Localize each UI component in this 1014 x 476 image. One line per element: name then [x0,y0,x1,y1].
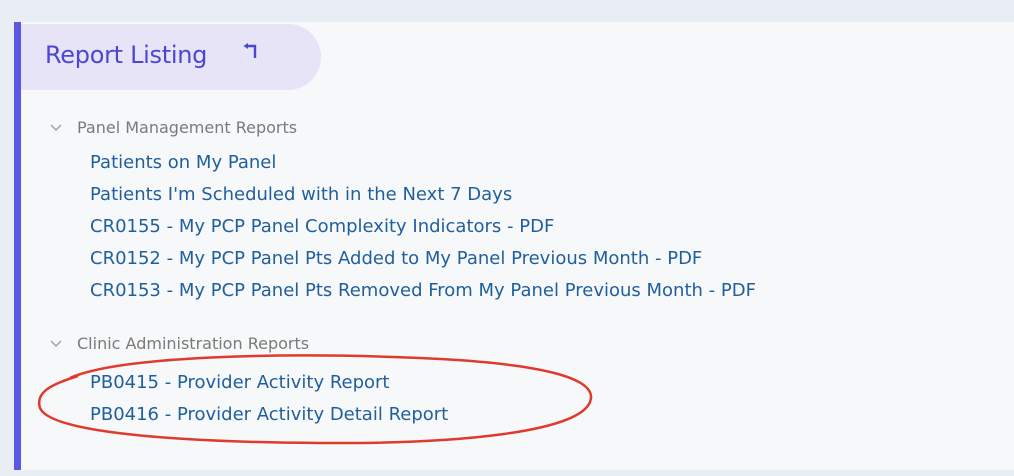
section-label: Clinic Administration Reports [77,333,310,353]
chevron-down-icon [50,340,62,347]
report-link-patients-scheduled-next-7-days[interactable]: Patients I'm Scheduled with in the Next … [90,184,512,205]
back-arrow-icon[interactable] [243,43,259,61]
report-listing-panel: Report Listing Panel Management Reports … [14,22,1014,470]
report-link-cr0155[interactable]: CR0155 - My PCP Panel Complexity Indicat… [90,216,554,237]
chevron-down-icon [50,124,62,131]
report-listing-header: Report Listing [21,24,321,90]
page-title: Report Listing [45,41,208,69]
section-label: Panel Management Reports [77,117,298,137]
report-link-cr0153[interactable]: CR0153 - My PCP Panel Pts Removed From M… [90,280,756,301]
section-panel-management[interactable]: Panel Management Reports [49,116,297,138]
report-link-pb0415[interactable]: PB0415 - Provider Activity Report [90,372,390,393]
report-link-pb0416[interactable]: PB0416 - Provider Activity Detail Report [90,404,448,425]
report-link-cr0152[interactable]: CR0152 - My PCP Panel Pts Added to My Pa… [90,248,702,269]
section-clinic-administration[interactable]: Clinic Administration Reports [49,332,309,354]
report-link-patients-on-my-panel[interactable]: Patients on My Panel [90,152,276,173]
